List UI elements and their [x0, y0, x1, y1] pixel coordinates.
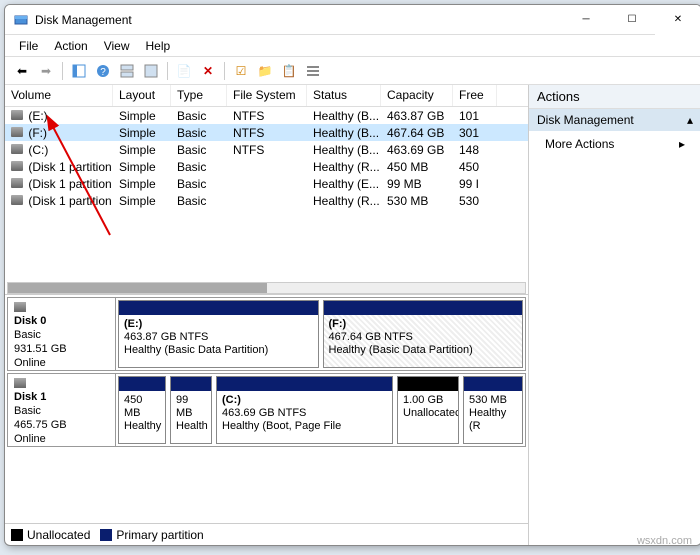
- table-row[interactable]: (Disk 1 partition 2)SimpleBasicHealthy (…: [5, 175, 528, 192]
- list-icon[interactable]: [302, 60, 324, 82]
- table-row[interactable]: (F:)SimpleBasicNTFSHealthy (B...467.64 G…: [5, 124, 528, 141]
- volume-table[interactable]: Volume Layout Type File System Status Ca…: [5, 85, 528, 295]
- menu-help[interactable]: Help: [138, 37, 179, 55]
- window-title: Disk Management: [35, 13, 563, 27]
- menu-file[interactable]: File: [11, 37, 46, 55]
- folder-icon[interactable]: 📁: [254, 60, 276, 82]
- partition[interactable]: 450 MBHealthy: [118, 376, 166, 444]
- properties-icon[interactable]: 📋: [278, 60, 300, 82]
- partition[interactable]: 99 MBHealth: [170, 376, 212, 444]
- col-layout[interactable]: Layout: [113, 85, 171, 106]
- table-row[interactable]: (E:)SimpleBasicNTFSHealthy (B...463.87 G…: [5, 107, 528, 124]
- actions-section[interactable]: Disk Management▴: [529, 109, 700, 131]
- collapse-icon: ▴: [687, 113, 693, 127]
- partition[interactable]: (F:)467.64 GB NTFSHealthy (Basic Data Pa…: [323, 300, 524, 368]
- table-row[interactable]: (Disk 1 partition 5)SimpleBasicHealthy (…: [5, 192, 528, 209]
- legend-unallocated-icon: [11, 529, 23, 541]
- disk-graphical-view[interactable]: Disk 0Basic931.51 GBOnline(E:)463.87 GB …: [5, 295, 528, 523]
- col-capacity[interactable]: Capacity: [381, 85, 453, 106]
- table-header: Volume Layout Type File System Status Ca…: [5, 85, 528, 107]
- col-volume[interactable]: Volume: [5, 85, 113, 106]
- app-icon: [13, 12, 29, 28]
- svg-text:?: ?: [100, 67, 106, 78]
- watermark: wsxdn.com: [637, 535, 692, 547]
- check-icon[interactable]: ☑: [230, 60, 252, 82]
- help-button[interactable]: ?: [92, 60, 114, 82]
- legend-primary-icon: [100, 529, 112, 541]
- back-button[interactable]: ⬅: [11, 60, 33, 82]
- col-status[interactable]: Status: [307, 85, 381, 106]
- chevron-right-icon: ▸: [679, 137, 685, 151]
- partition[interactable]: 530 MBHealthy (R: [463, 376, 523, 444]
- table-row[interactable]: (C:)SimpleBasicNTFSHealthy (B...463.69 G…: [5, 141, 528, 158]
- partition[interactable]: (E:)463.87 GB NTFSHealthy (Basic Data Pa…: [118, 300, 319, 368]
- delete-icon[interactable]: ✕: [197, 60, 219, 82]
- show-hide-tree-button[interactable]: [68, 60, 90, 82]
- menubar: File Action View Help: [5, 35, 700, 57]
- col-type[interactable]: Type: [171, 85, 227, 106]
- disk-row[interactable]: Disk 0Basic931.51 GBOnline(E:)463.87 GB …: [7, 297, 526, 371]
- col-fs[interactable]: File System: [227, 85, 307, 106]
- horizontal-scrollbar[interactable]: [7, 282, 526, 294]
- maximize-button[interactable]: ☐: [609, 5, 655, 35]
- legend-primary: Primary partition: [116, 528, 203, 542]
- menu-action[interactable]: Action: [46, 37, 95, 55]
- close-button[interactable]: ✕: [655, 5, 700, 35]
- top-view-button[interactable]: [116, 60, 138, 82]
- minimize-button[interactable]: ─: [563, 5, 609, 35]
- menu-view[interactable]: View: [96, 37, 138, 55]
- more-actions[interactable]: More Actions▸: [529, 131, 700, 157]
- actions-header: Actions: [529, 85, 700, 109]
- legend-unallocated: Unallocated: [27, 528, 90, 542]
- forward-button[interactable]: ➡: [35, 60, 57, 82]
- table-row[interactable]: (Disk 1 partition 1)SimpleBasicHealthy (…: [5, 158, 528, 175]
- toolbar: ⬅ ➡ ? 📄 ✕ ☑ 📁 📋: [5, 57, 700, 85]
- col-free[interactable]: Free: [453, 85, 497, 106]
- actions-pane: Actions Disk Management▴ More Actions▸: [529, 85, 700, 545]
- disk-row[interactable]: Disk 1Basic465.75 GBOnline450 MBHealthy9…: [7, 373, 526, 447]
- bottom-view-button[interactable]: [140, 60, 162, 82]
- settings-icon[interactable]: 📄: [173, 60, 195, 82]
- partition[interactable]: (C:)463.69 GB NTFSHealthy (Boot, Page Fi…: [216, 376, 393, 444]
- titlebar: Disk Management ─ ☐ ✕: [5, 5, 700, 35]
- legend: Unallocated Primary partition: [5, 523, 528, 545]
- partition[interactable]: 1.00 GBUnallocatec: [397, 376, 459, 444]
